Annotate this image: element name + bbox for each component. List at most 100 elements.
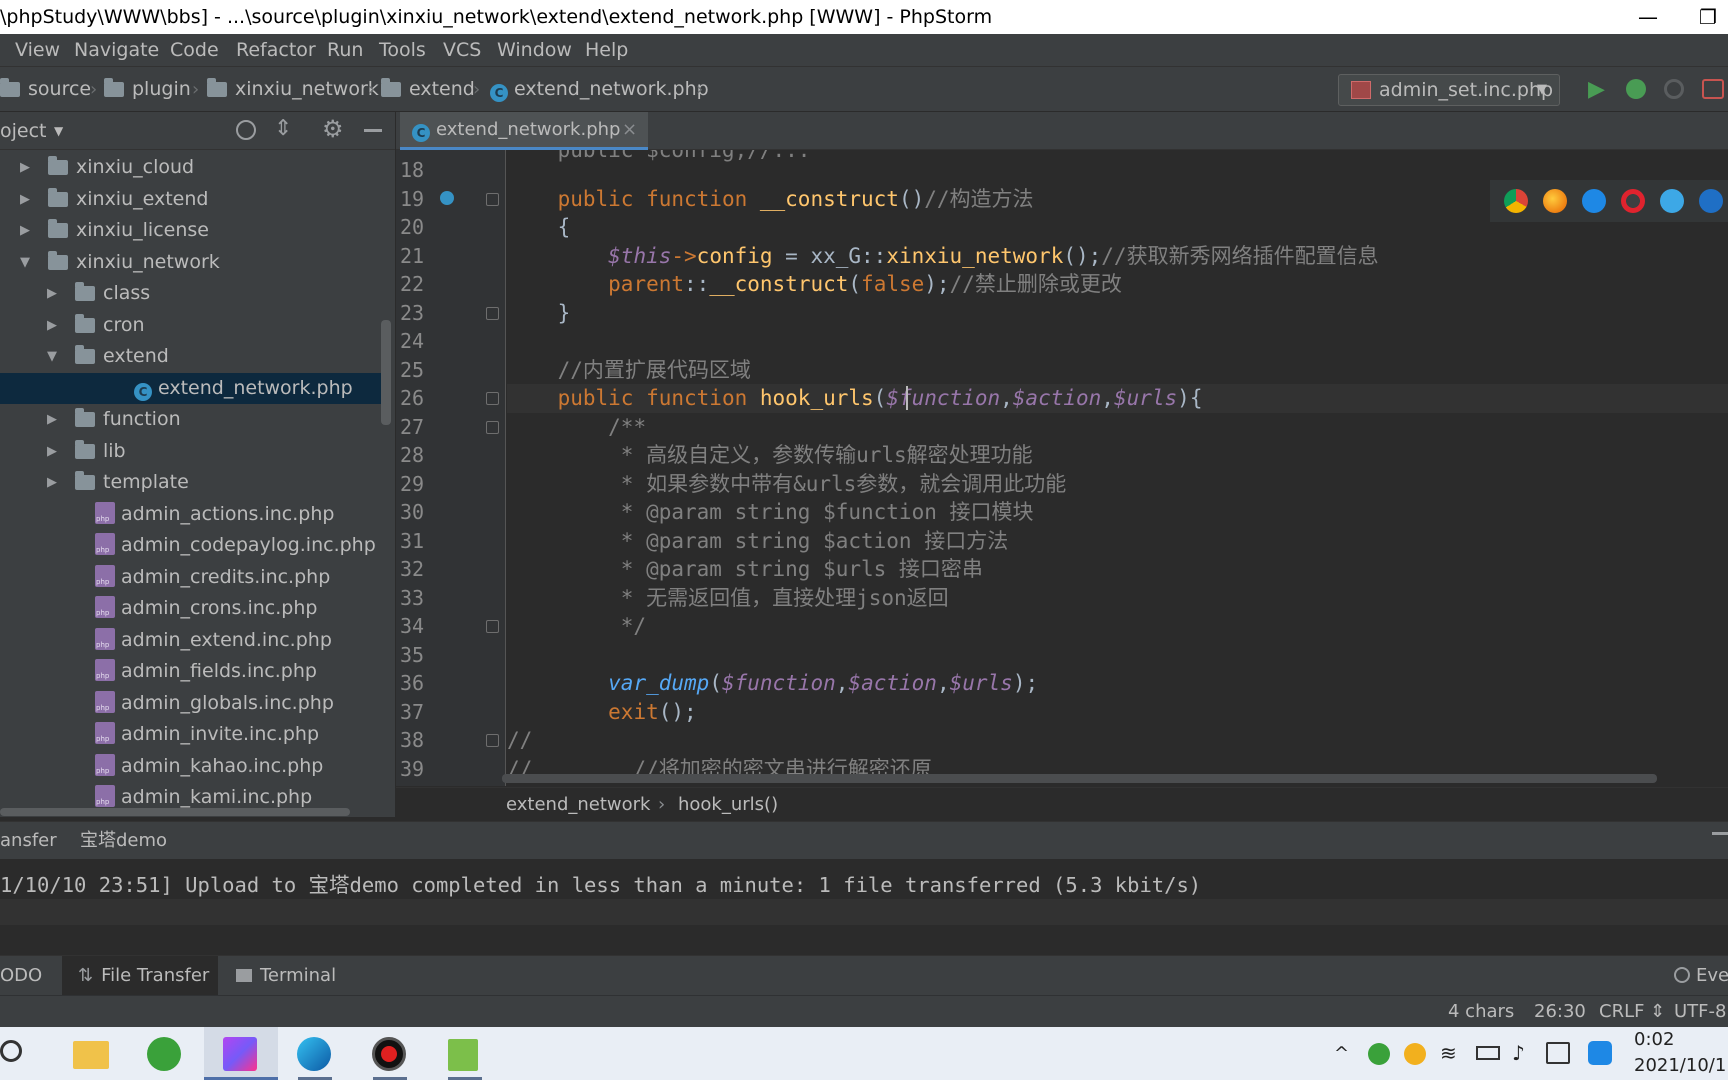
chevron-down-icon[interactable]: ▼ xyxy=(54,112,63,150)
tree-item[interactable]: admin_codepaylog.inc.php xyxy=(0,530,385,561)
hide-panel-icon[interactable] xyxy=(364,129,382,132)
line-number[interactable]: 24 xyxy=(400,327,450,356)
line-number[interactable]: 20 xyxy=(400,213,450,242)
expanded-arrow-icon[interactable]: ▼ xyxy=(47,341,57,372)
firefox-icon[interactable] xyxy=(1543,189,1567,213)
edge-icon[interactable] xyxy=(1699,189,1723,213)
tab-file-transfer-partial[interactable]: ansfer xyxy=(0,822,57,860)
clock-date[interactable]: 2021/10/1 xyxy=(1634,1055,1726,1076)
tree-item[interactable]: ▶ xinxiu_cloud xyxy=(0,152,385,183)
tree-item[interactable]: ▶ lib xyxy=(0,436,385,467)
menu-vcs[interactable]: VCS xyxy=(443,34,481,67)
chrome-icon[interactable] xyxy=(1504,189,1528,213)
collapsed-arrow-icon[interactable]: ▶ xyxy=(47,467,57,498)
taskbar-phpstorm[interactable] xyxy=(204,1027,278,1080)
tree-item[interactable]: ▼ xinxiu_network xyxy=(0,247,385,278)
line-separator[interactable]: CRLF ⇕ xyxy=(1599,996,1665,1028)
hide-tool-window-icon[interactable] xyxy=(1712,832,1728,848)
line-number[interactable]: 25 xyxy=(400,356,450,385)
collapsed-arrow-icon[interactable]: ▶ xyxy=(20,152,30,183)
volume-icon[interactable]: ♪ xyxy=(1512,1027,1525,1080)
tab-baota-demo[interactable]: 宝塔demo xyxy=(80,822,167,860)
tree-item[interactable]: Cextend_network.php xyxy=(0,372,385,404)
expanded-arrow-icon[interactable]: ▼ xyxy=(20,247,30,278)
safari-icon[interactable] xyxy=(1582,189,1606,213)
qq-icon[interactable] xyxy=(1404,1043,1426,1065)
line-number[interactable]: 37 xyxy=(400,698,450,727)
ie-icon[interactable] xyxy=(1660,189,1684,213)
menu-help[interactable]: Help xyxy=(585,34,628,67)
collapsed-arrow-icon[interactable]: ▶ xyxy=(20,184,30,215)
menu-view[interactable]: View xyxy=(15,34,60,67)
taskbar-explorer[interactable] xyxy=(54,1027,128,1080)
menu-refactor[interactable]: Refactor xyxy=(236,34,316,67)
tab-todo[interactable]: ODO xyxy=(0,956,42,996)
taskbar-edge[interactable] xyxy=(278,1027,352,1080)
menu-code[interactable]: Code xyxy=(170,34,219,67)
nav-crumb-file[interactable]: Cextend_network.php xyxy=(490,67,709,112)
nav-crumb-xinxiu-network[interactable]: xinxiu_network xyxy=(207,67,379,112)
breadcrumb-method[interactable]: hook_urls() xyxy=(678,788,778,822)
tree-item[interactable]: admin_credits.inc.php xyxy=(0,562,385,593)
tree-item[interactable]: ▶ function xyxy=(0,404,385,435)
tree-item[interactable]: ▼ extend xyxy=(0,341,385,372)
locate-icon[interactable] xyxy=(236,120,256,140)
line-number[interactable]: 39 xyxy=(400,755,450,784)
fold-marker-icon[interactable] xyxy=(486,306,499,320)
gear-icon[interactable]: ⚙ xyxy=(322,115,344,143)
line-number[interactable]: 21 xyxy=(400,242,450,271)
opera-icon[interactable] xyxy=(1621,189,1645,213)
override-marker-icon[interactable] xyxy=(440,190,454,205)
tree-item[interactable]: ▶ class xyxy=(0,278,385,309)
breadcrumb-class[interactable]: extend_network xyxy=(506,788,650,822)
line-number[interactable]: 26 xyxy=(400,384,450,413)
taskbar-notepad[interactable] xyxy=(428,1027,502,1080)
line-number[interactable]: 34 xyxy=(400,612,450,641)
tray-app-icon[interactable] xyxy=(1368,1043,1390,1065)
wifi-icon[interactable]: ≋ xyxy=(1440,1027,1457,1080)
tree-item[interactable]: admin_actions.inc.php xyxy=(0,499,385,530)
collapsed-arrow-icon[interactable]: ▶ xyxy=(47,404,57,435)
nav-crumb-extend[interactable]: extend xyxy=(381,67,475,112)
collapsed-arrow-icon[interactable]: ▶ xyxy=(47,278,57,309)
project-view-selector[interactable]: oject xyxy=(0,112,47,150)
line-number[interactable]: 35 xyxy=(400,641,450,670)
collapsed-arrow-icon[interactable]: ▶ xyxy=(47,310,57,341)
coverage-icon[interactable] xyxy=(1664,79,1684,99)
collapse-all-icon[interactable]: ⇕ xyxy=(274,116,292,141)
notification-app-icon[interactable] xyxy=(1588,1041,1612,1065)
fold-marker-icon[interactable] xyxy=(486,734,499,747)
fold-marker-icon[interactable] xyxy=(486,392,499,405)
caret-position[interactable]: 26:30 xyxy=(1534,996,1586,1028)
menu-run[interactable]: Run xyxy=(327,34,363,67)
close-icon[interactable]: × xyxy=(622,112,637,148)
tree-item[interactable]: ▶ cron xyxy=(0,310,385,341)
battery-icon[interactable] xyxy=(1476,1046,1500,1060)
tree-item[interactable]: ▶ template xyxy=(0,467,385,498)
tab-terminal[interactable]: Terminal xyxy=(236,956,336,996)
tree-item[interactable]: admin_kahao.inc.php xyxy=(0,751,385,782)
line-number[interactable]: 36 xyxy=(400,669,450,698)
run-config-select[interactable]: admin_set.inc.php ▼ xyxy=(1338,74,1560,106)
project-horizontal-scrollbar[interactable] xyxy=(0,808,350,816)
minimize-button[interactable]: — xyxy=(1628,0,1668,34)
tree-item[interactable]: admin_invite.inc.php xyxy=(0,719,385,750)
run-icon[interactable]: ▶ xyxy=(1588,77,1605,102)
line-number[interactable]: 22 xyxy=(400,270,450,299)
line-number[interactable]: 38 xyxy=(400,726,450,755)
stop-icon[interactable] xyxy=(1702,79,1724,99)
search-icon[interactable] xyxy=(0,1040,22,1062)
line-number[interactable]: 33 xyxy=(400,584,450,613)
collapsed-arrow-icon[interactable]: ▶ xyxy=(47,436,57,467)
menu-navigate[interactable]: Navigate xyxy=(74,34,159,67)
editor-horizontal-scrollbar[interactable] xyxy=(502,774,1657,783)
file-encoding[interactable]: UTF-8 xyxy=(1674,996,1726,1028)
restore-button[interactable]: ❐ xyxy=(1688,0,1728,34)
line-number[interactable]: 27 xyxy=(400,413,450,442)
clock-time[interactable]: 0:02 xyxy=(1634,1029,1674,1050)
tree-item[interactable]: admin_globals.inc.php xyxy=(0,688,385,719)
line-number[interactable]: 31 xyxy=(400,527,450,556)
fold-marker-icon[interactable] xyxy=(486,192,499,206)
tree-item[interactable]: ▶ xinxiu_extend xyxy=(0,184,385,215)
taskbar-recorder[interactable] xyxy=(353,1027,427,1080)
